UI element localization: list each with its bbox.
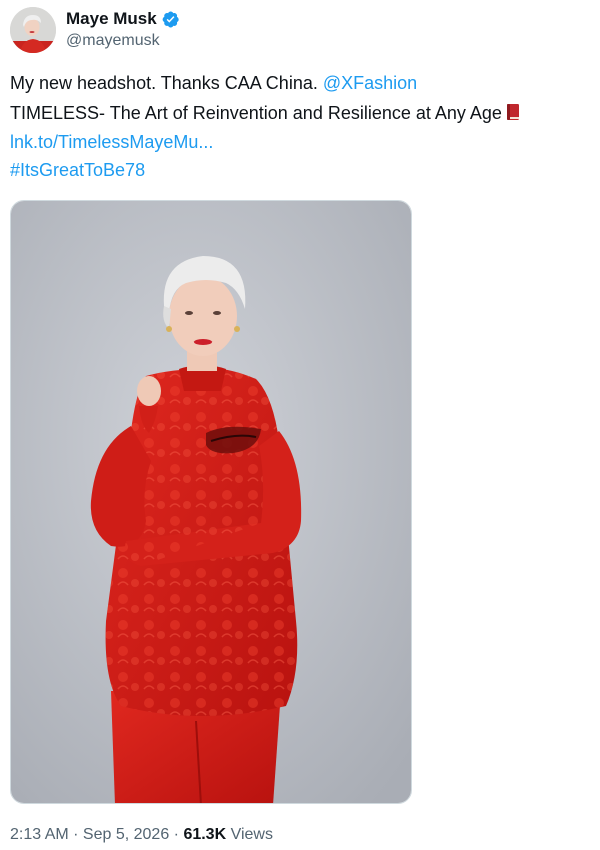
tweet: Maye Musk @mayemusk My new headshot. Tha… bbox=[0, 0, 600, 850]
closed-book-icon bbox=[506, 104, 519, 120]
meta-separator: · bbox=[68, 826, 83, 843]
photo-woman-red-outfit bbox=[11, 201, 411, 803]
post-text: My new headshot. Thanks CAA China. bbox=[10, 73, 323, 93]
avatar-photo-icon bbox=[10, 7, 56, 53]
hashtag-link[interactable]: #ItsGreatToBe78 bbox=[10, 160, 145, 180]
post-meta: 2:13 AM · Sep 5, 2026 · 61.3K Views bbox=[10, 826, 273, 844]
author-name-row: Maye Musk bbox=[66, 8, 180, 30]
views-label: Views bbox=[226, 826, 273, 843]
avatar[interactable] bbox=[10, 7, 56, 53]
book-title-text: TIMELESS- The Art of Reinvention and Res… bbox=[10, 103, 502, 123]
mention-link[interactable]: @XFashion bbox=[323, 73, 417, 93]
meta-separator: · bbox=[169, 826, 184, 843]
verified-badge-icon bbox=[162, 10, 179, 28]
post-text-line-4: #ItsGreatToBe78 bbox=[10, 157, 145, 183]
post-time[interactable]: 2:13 AM bbox=[10, 826, 69, 843]
post-media-image[interactable] bbox=[10, 200, 412, 804]
post-text-line-1: My new headshot. Thanks CAA China. @XFas… bbox=[10, 70, 417, 96]
author-display-name[interactable]: Maye Musk bbox=[66, 9, 157, 29]
post-text-line-2: TIMELESS- The Art of Reinvention and Res… bbox=[10, 100, 520, 126]
post-text-line-3: lnk.to/TimelessMayeMu... bbox=[10, 129, 213, 155]
views-count: 61.3K bbox=[183, 826, 227, 843]
external-link[interactable]: lnk.to/TimelessMayeMu... bbox=[10, 132, 213, 152]
post-date[interactable]: Sep 5, 2026 bbox=[83, 826, 169, 843]
author-handle[interactable]: @mayemusk bbox=[66, 32, 160, 50]
